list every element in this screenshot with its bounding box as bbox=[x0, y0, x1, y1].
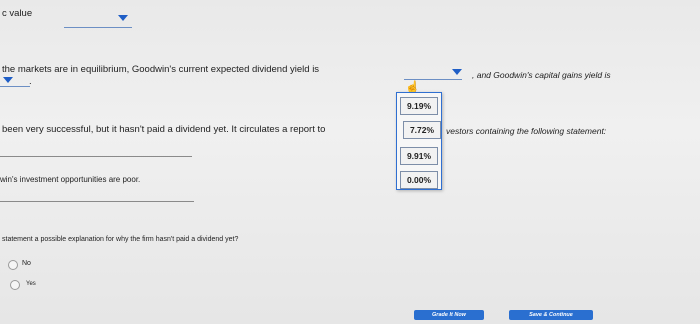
radio-no-label: No bbox=[22, 260, 31, 267]
save-continue-button[interactable]: Save & Continue bbox=[509, 310, 593, 320]
dropdown-option[interactable]: 0.00% bbox=[400, 171, 438, 189]
dropdown-option[interactable]: 7.72% bbox=[403, 121, 441, 139]
statement-text: win's investment opportunities are poor. bbox=[0, 175, 141, 184]
grade-it-now-button[interactable]: Grade It Now bbox=[414, 310, 484, 320]
top-label: c value bbox=[2, 8, 33, 19]
capital-gains-dropdown[interactable] bbox=[0, 86, 30, 87]
q2-text-left: been very successful, but it hasn't paid… bbox=[2, 124, 326, 135]
answer-blank-line bbox=[0, 156, 192, 157]
dropdown-option[interactable]: 9.19% bbox=[400, 97, 438, 115]
radio-yes-label: Yes bbox=[26, 281, 36, 287]
chevron-down-icon[interactable] bbox=[118, 15, 128, 21]
chevron-down-icon[interactable] bbox=[3, 77, 13, 83]
q2-text-right: vestors containing the following stateme… bbox=[446, 126, 607, 136]
chevron-down-icon[interactable] bbox=[452, 69, 462, 75]
dropdown-option[interactable]: 9.91% bbox=[400, 147, 438, 165]
radio-yes[interactable] bbox=[10, 280, 20, 290]
q1-suffix-text: , and Goodwin's capital gains yield is bbox=[472, 70, 611, 80]
q1-prefix-text: the markets are in equilibrium, Goodwin'… bbox=[2, 64, 320, 75]
dropdown-list[interactable]: 9.19% 7.72% 9.91% 0.00% bbox=[396, 92, 442, 190]
top-dropdown-line[interactable] bbox=[64, 27, 132, 28]
answer-blank-line bbox=[0, 201, 194, 202]
radio-no[interactable] bbox=[8, 260, 18, 270]
q1-period: . bbox=[29, 76, 32, 87]
question3-text: statement a possible explanation for why… bbox=[2, 236, 239, 243]
